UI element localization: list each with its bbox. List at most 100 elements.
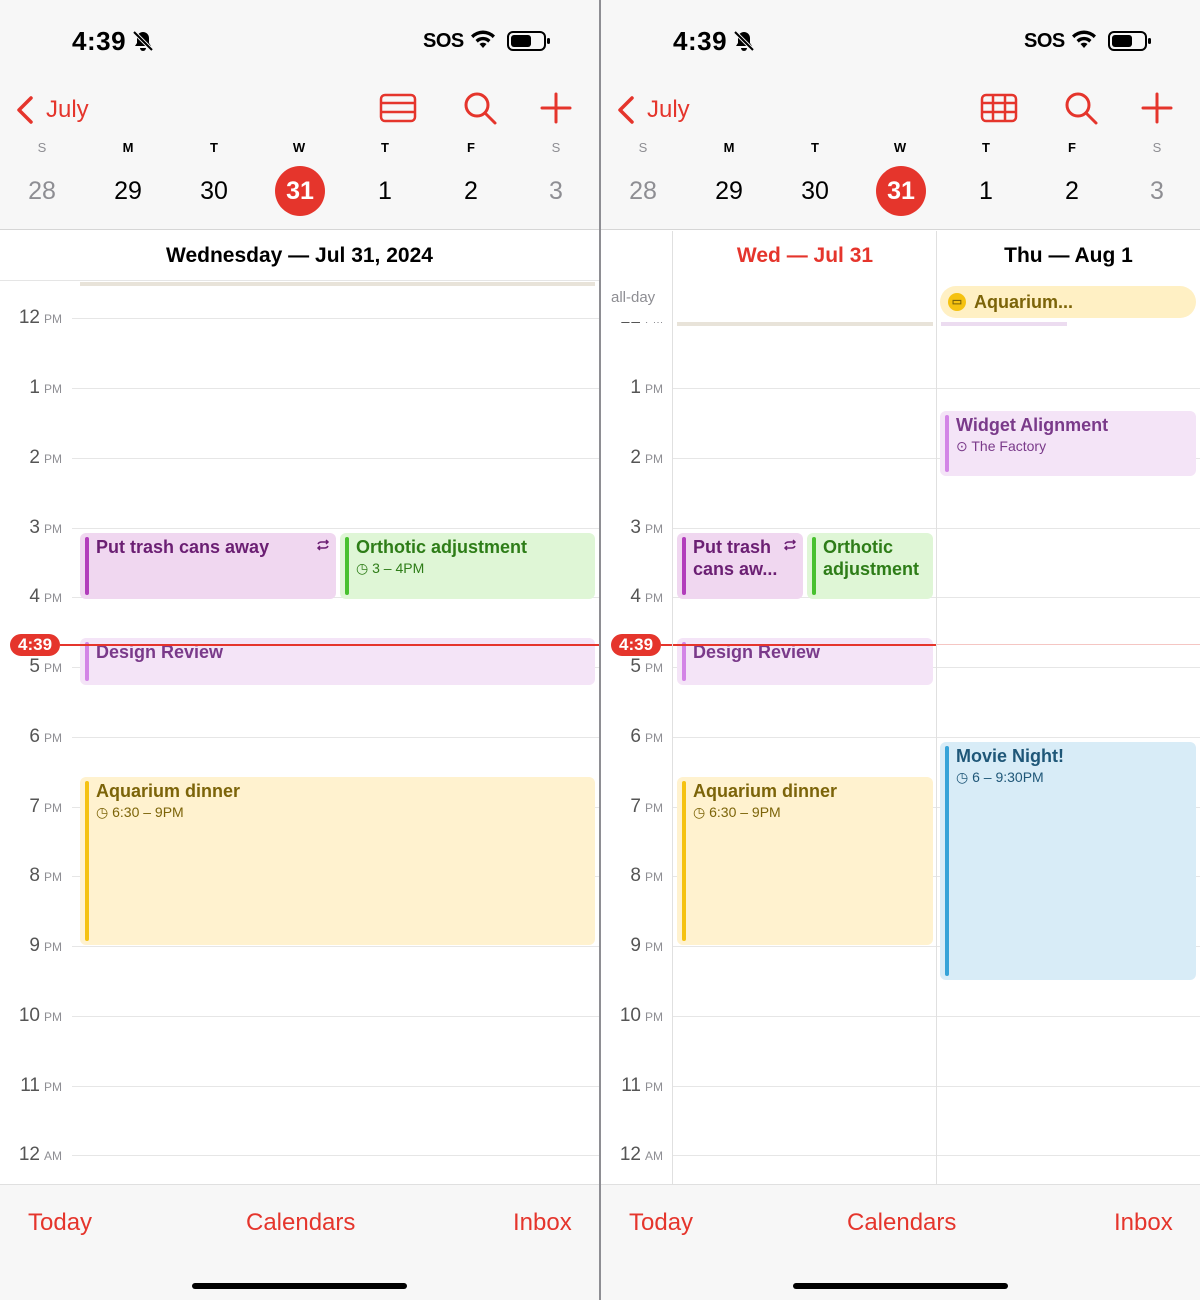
list-view-icon[interactable]: [376, 86, 420, 130]
date-cell-selected[interactable]: 31: [876, 166, 926, 216]
clock-icon: ◷: [956, 769, 969, 785]
hour-label: 11 PM: [20, 1075, 62, 1096]
date-cell[interactable]: 2: [446, 166, 496, 216]
hour-row: 1 PM: [0, 378, 599, 398]
hour-label: 12PM: [601, 322, 667, 329]
event-movie-night[interactable]: Movie Night! ◷ 6 – 9:30PM: [940, 742, 1196, 980]
silent-bell-icon: [733, 30, 755, 52]
hour-row: 12 AM: [601, 1145, 1200, 1165]
timeline[interactable]: 12PM 1PM 2PM 3PM 4PM 5PM 6PM 7PM 8PM 9PM…: [0, 282, 599, 1184]
event-title: Aquarium dinner: [693, 781, 838, 801]
date-cell[interactable]: 30: [189, 166, 239, 216]
event-time: ◷ 6 – 9:30PM: [956, 769, 1044, 785]
date-cell[interactable]: 1: [961, 166, 1011, 216]
weekday-label: T: [381, 140, 389, 155]
hour-label: 3 PM: [630, 517, 663, 538]
date-cell[interactable]: 30: [790, 166, 840, 216]
multi-day-header: Wed — Jul 31 Thu — Aug 1: [601, 231, 1200, 281]
date-cell-selected[interactable]: 31: [275, 166, 325, 216]
day-view-screen: 4:39 SOS July S M T W T F S 28 29 30 31 …: [0, 0, 599, 1300]
weekday-label: F: [1068, 140, 1076, 155]
current-time-badge: 4:39: [611, 634, 662, 656]
day-header: Wednesday — Jul 31, 2024: [0, 231, 599, 281]
column-header-today[interactable]: Wed — Jul 31: [673, 231, 937, 281]
date-cell[interactable]: 28: [618, 166, 668, 216]
hour-label: 6 PM: [630, 726, 663, 747]
event-orthotic[interactable]: Orthotic adjustment: [807, 533, 933, 599]
date-cell[interactable]: 28: [17, 166, 67, 216]
all-day-row: ▭ Aquarium...: [601, 282, 1200, 322]
back-button[interactable]: July: [615, 90, 690, 130]
inbox-button[interactable]: Inbox: [1114, 1209, 1173, 1237]
inbox-button[interactable]: Inbox: [513, 1209, 572, 1237]
column-divider: [672, 231, 673, 1184]
date-cell[interactable]: 3: [1132, 166, 1182, 216]
event-orthotic[interactable]: Orthotic adjustment ◷ 3 – 4PM: [340, 533, 595, 599]
weekday-label: M: [723, 140, 735, 155]
calendar-badge-icon: ▭: [948, 293, 966, 311]
wifi-icon: [471, 30, 495, 48]
calendars-button[interactable]: Calendars: [246, 1209, 355, 1237]
hour-label: 9 PM: [29, 935, 62, 956]
event-time: ◷ 3 – 4PM: [356, 560, 425, 576]
search-icon[interactable]: [458, 86, 502, 130]
date-cell[interactable]: 2: [1047, 166, 1097, 216]
clock-icon: ◷: [356, 560, 369, 576]
wifi-icon: [1072, 30, 1096, 48]
calendar-header: July S M T W T F S 28 29 30 31 1 2 3: [601, 80, 1200, 230]
hour-label: 12PM: [18, 307, 62, 328]
tab-bar: Today Calendars Inbox: [601, 1184, 1200, 1300]
chevron-left-icon: [17, 96, 33, 124]
current-time-line: [60, 644, 599, 646]
multi-day-view-icon[interactable]: [977, 86, 1021, 130]
event-title: Put trash cans aw...: [693, 537, 778, 579]
event-title: Movie Night!: [956, 746, 1064, 766]
all-day-event-aquarium[interactable]: ▭ Aquarium...: [940, 286, 1196, 318]
event-aquarium-dinner[interactable]: Aquarium dinner ◷ 6:30 – 9PM: [80, 777, 595, 945]
event-title: Aquarium dinner: [96, 781, 241, 801]
multi-day-view-screen: 4:39 SOS July S M T W T F S 28 29 30 31 …: [601, 0, 1200, 1300]
back-label: July: [46, 96, 89, 123]
home-indicator: [192, 1283, 407, 1289]
today-button[interactable]: Today: [629, 1209, 693, 1237]
hour-label: 9 PM: [630, 935, 663, 956]
add-event-icon[interactable]: [1135, 86, 1179, 130]
date-cell[interactable]: 1: [360, 166, 410, 216]
date-cell[interactable]: 3: [531, 166, 581, 216]
timeline[interactable]: 12PM 1PM 2PM 3PM 4PM 5PM 6PM 7PM 8PM 9PM…: [601, 322, 1200, 1184]
hour-label: 11 PM: [621, 1075, 663, 1096]
tab-bar: Today Calendars Inbox: [0, 1184, 599, 1300]
add-event-icon[interactable]: [534, 86, 578, 130]
hour-row: 11 PM: [0, 1076, 599, 1096]
event-trash[interactable]: Put trash cans aw...: [677, 533, 803, 599]
calendar-header: July S M T W T F S 28 29 30 31 1 2 3: [0, 80, 599, 230]
hour-label: 2 PM: [630, 447, 663, 468]
all-day-label: all-day: [611, 289, 656, 306]
repeat-icon: [316, 539, 330, 551]
hour-label: 3 PM: [29, 517, 62, 538]
event-trash[interactable]: Put trash cans away: [80, 533, 336, 599]
weekday-label: T: [982, 140, 990, 155]
calendars-button[interactable]: Calendars: [847, 1209, 956, 1237]
hour-label: 2 PM: [29, 447, 62, 468]
silent-bell-icon: [132, 30, 154, 52]
back-button[interactable]: July: [14, 90, 89, 130]
column-header[interactable]: Thu — Aug 1: [937, 231, 1200, 281]
hour-row: 11 PM: [601, 1076, 1200, 1096]
event-overflow-indicator: [80, 282, 595, 286]
event-title: Put trash cans away: [96, 537, 270, 557]
today-button[interactable]: Today: [28, 1209, 92, 1237]
hour-label: 6 PM: [29, 726, 62, 747]
hour-row: 2 PM: [0, 448, 599, 468]
current-time-line: [661, 644, 936, 646]
date-cell[interactable]: 29: [103, 166, 153, 216]
event-aquarium-dinner[interactable]: Aquarium dinner ◷ 6:30 – 9PM: [677, 777, 933, 945]
hour-label: 5 PM: [29, 656, 62, 677]
date-cell[interactable]: 29: [704, 166, 754, 216]
hour-label: 7 PM: [630, 796, 663, 817]
event-widget-alignment[interactable]: Widget Alignment ⊙ The Factory: [940, 411, 1196, 476]
chevron-left-icon: [618, 96, 634, 124]
battery-icon: [507, 31, 550, 51]
event-time: ◷ 6:30 – 9PM: [96, 804, 184, 820]
search-icon[interactable]: [1059, 86, 1103, 130]
